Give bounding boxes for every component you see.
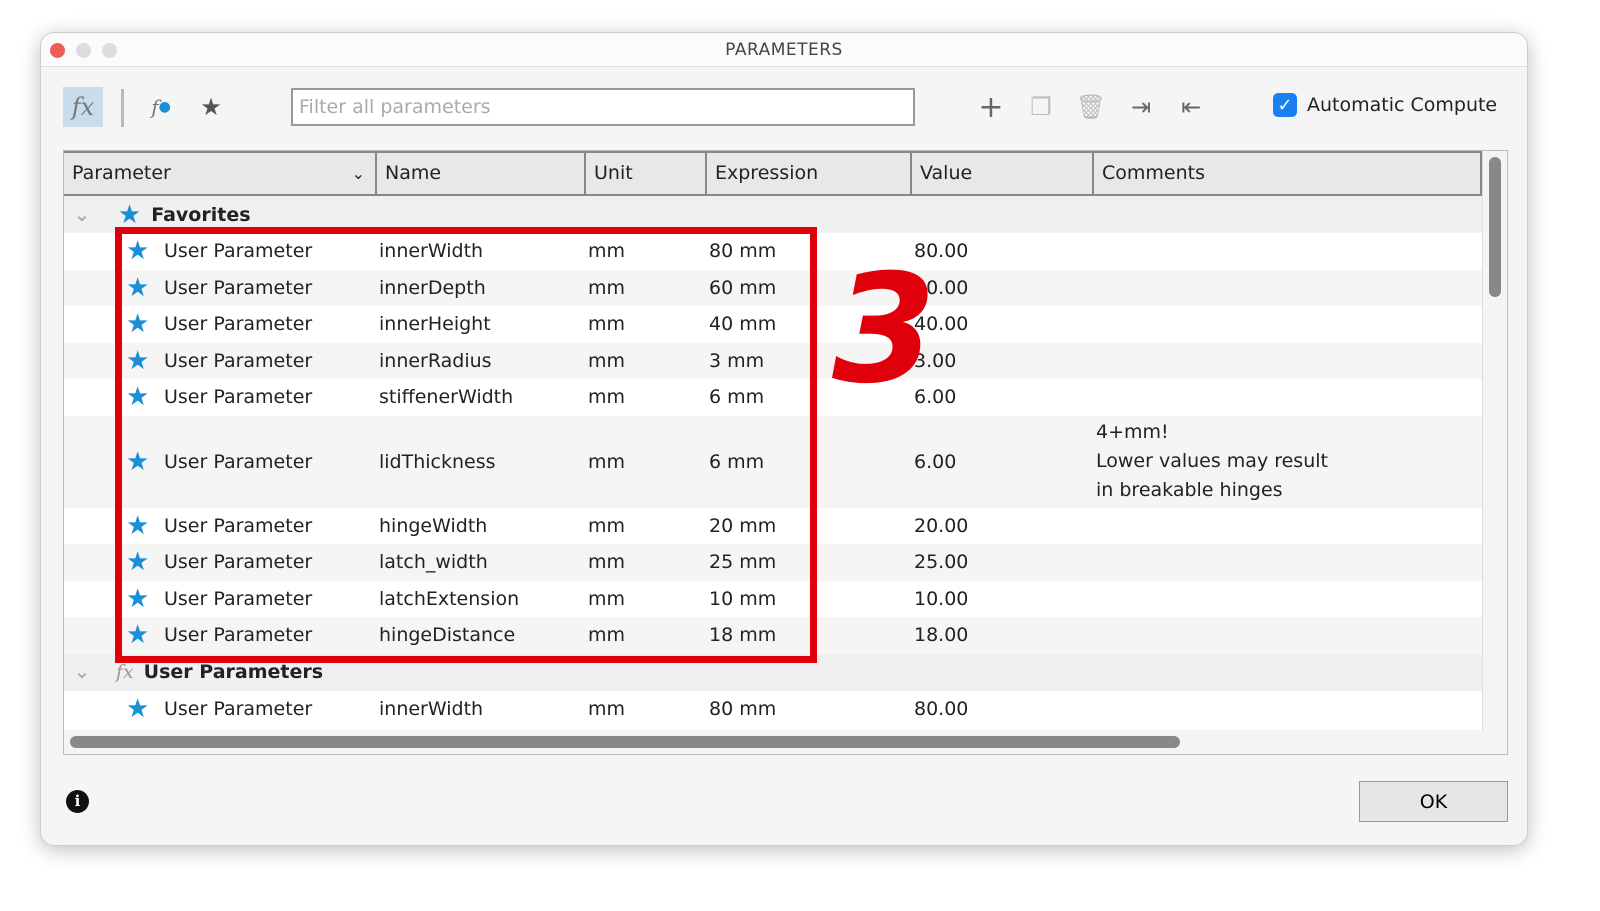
table-row[interactable]: ★ User Parameter innerWidth mm 80 mm 80.00 [64,691,1507,728]
unit-cell: mm [588,697,626,720]
value-cell: 18.00 [914,624,969,647]
chevron-down-icon[interactable]: ⌄ [74,204,90,226]
import-icon[interactable]: ⇥ [1121,87,1161,127]
all-parameters-fx-icon[interactable]: fx [63,87,103,127]
chevron-down-icon: ⌄ [351,164,365,183]
filter-input[interactable] [291,88,915,126]
add-icon[interactable]: + [971,87,1011,127]
copy-icon[interactable]: ❐ [1021,87,1061,127]
table-header: Parameter ⌄ Name Unit Expression Value Co… [64,151,1507,196]
ok-button[interactable]: OK [1359,781,1508,822]
toolbar-divider [121,89,124,127]
fx-icon: fx [115,661,134,683]
value-cell: 6.00 [914,450,957,473]
column-header-unit[interactable]: Unit [586,153,707,194]
value-cell: 80.00 [914,697,969,720]
group-label: User Parameters [143,661,324,683]
horizontal-scrollbar[interactable] [64,730,1484,754]
name-cell: innerWidth [379,697,484,720]
annotation-step-number: 3 [832,243,937,417]
delete-trash-icon[interactable]: 🗑 [1071,87,1111,127]
zoom-button[interactable] [102,43,117,58]
star-icon: ★ [117,199,142,230]
window-title: PARAMETERS [725,40,843,60]
info-icon[interactable]: i [66,790,89,813]
export-icon[interactable]: ⇤ [1171,87,1211,127]
star-icon: ★ [126,693,150,724]
favorites-star-icon[interactable]: ★ [191,87,231,127]
user-parameters-icon[interactable]: f ● [141,87,181,127]
column-header-expression[interactable]: Expression [707,153,912,194]
title-bar: PARAMETERS [41,33,1527,67]
value-cell: 25.00 [914,551,969,574]
automatic-compute-label: Automatic Compute [1307,94,1498,116]
vertical-scrollbar[interactable] [1482,151,1507,754]
chevron-down-icon[interactable]: ⌄ [74,661,90,683]
column-header-comments[interactable]: Comments [1094,153,1482,194]
value-cell: 10.00 [914,587,969,610]
expression-cell: 80 mm [709,697,777,720]
parameter-type: User Parameter [164,697,313,720]
column-header-value[interactable]: Value [912,153,1094,194]
toolbar: fx f● ★ + ❐ 🗑 ⇥ ⇤ ✓ Automatic Compute [41,83,1527,131]
close-button[interactable] [50,43,65,58]
column-header-name[interactable]: Name [377,153,586,194]
minimize-button[interactable] [76,43,91,58]
check-icon[interactable]: ✓ [1273,93,1297,117]
group-label: Favorites [151,203,251,226]
value-cell: 20.00 [914,514,969,537]
annotation-highlight-box [115,227,817,663]
automatic-compute-checkbox[interactable]: ✓ Automatic Compute [1273,93,1497,117]
column-header-parameter[interactable]: Parameter ⌄ [64,153,377,194]
comment-cell: 4+mm! Lower values may result in breakab… [1096,421,1328,501]
